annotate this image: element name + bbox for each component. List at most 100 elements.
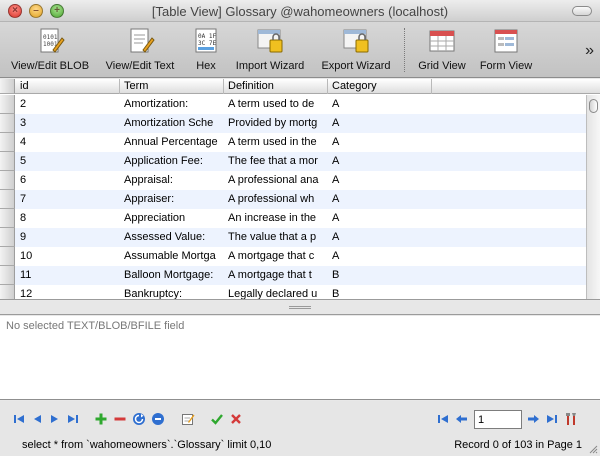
row-selector[interactable] <box>0 133 15 152</box>
table-row[interactable]: 2 Amortization: A term used to de A <box>0 95 586 114</box>
cell-term[interactable]: Amortization Sche <box>120 114 224 133</box>
cell-term[interactable]: Application Fee: <box>120 152 224 171</box>
cell-category[interactable]: A <box>328 114 432 133</box>
apply-changes-icon[interactable] <box>210 412 224 426</box>
cell-id[interactable]: 12 <box>16 285 120 299</box>
cell-id[interactable]: 11 <box>16 266 120 285</box>
cell-category[interactable]: A <box>328 133 432 152</box>
row-selector[interactable] <box>0 190 15 209</box>
cell-term[interactable]: Bankruptcy: <box>120 285 224 299</box>
cell-category[interactable]: A <box>328 152 432 171</box>
toolbar-toggle-button[interactable] <box>572 6 592 16</box>
cell-term[interactable]: Balloon Mortgage: <box>120 266 224 285</box>
cell-definition[interactable]: Legally declared u <box>224 285 328 299</box>
cell-definition[interactable]: A term used in the <box>224 133 328 152</box>
cell-category[interactable]: B <box>328 266 432 285</box>
cell-id[interactable]: 7 <box>16 190 120 209</box>
cell-category[interactable]: A <box>328 209 432 228</box>
cell-id[interactable]: 10 <box>16 247 120 266</box>
cell-term[interactable]: Assumable Mortga <box>120 247 224 266</box>
row-selector[interactable] <box>0 266 15 285</box>
resize-grip-icon[interactable] <box>588 444 598 454</box>
cell-definition[interactable]: The value that a p <box>224 228 328 247</box>
cell-definition[interactable]: A mortgage that c <box>224 247 328 266</box>
splitter[interactable] <box>0 301 600 315</box>
cell-category[interactable]: A <box>328 171 432 190</box>
cell-category[interactable]: A <box>328 190 432 209</box>
import-wizard-button[interactable]: Import Wizard <box>230 26 310 74</box>
cancel-changes-icon[interactable] <box>229 412 243 426</box>
cell-id[interactable]: 6 <box>16 171 120 190</box>
blob-viewer[interactable]: No selected TEXT/BLOB/BFILE field <box>0 316 600 400</box>
data-grid[interactable]: id Term Definition Category 2 Amortizatio… <box>0 79 600 300</box>
previous-record-icon[interactable] <box>30 412 44 426</box>
cell-category[interactable]: A <box>328 247 432 266</box>
column-header-id[interactable]: id <box>16 79 120 94</box>
table-row[interactable]: 10 Assumable Mortga A mortgage that cA <box>0 247 586 266</box>
cell-term[interactable]: Annual Percentage <box>120 133 224 152</box>
last-record-icon[interactable] <box>66 412 80 426</box>
hex-button[interactable]: 0A 1F 3C 7E Hex <box>188 26 224 74</box>
table-row[interactable]: 6 Appraisal: A professional ana A <box>0 171 586 190</box>
previous-page-icon[interactable] <box>455 412 469 426</box>
cell-id[interactable]: 9 <box>16 228 120 247</box>
edit-icon[interactable] <box>181 412 195 426</box>
last-page-icon[interactable] <box>545 412 559 426</box>
first-record-icon[interactable] <box>12 412 26 426</box>
column-header-category[interactable]: Category <box>328 79 432 94</box>
scrollbar-thumb[interactable] <box>589 99 598 113</box>
cell-category[interactable]: A <box>328 228 432 247</box>
page-number-input[interactable] <box>474 410 522 429</box>
cell-id[interactable]: 5 <box>16 152 120 171</box>
table-row[interactable]: 8 Appreciation An increase in the A <box>0 209 586 228</box>
row-selector[interactable] <box>0 95 15 114</box>
vertical-scrollbar[interactable] <box>586 95 600 299</box>
row-selector[interactable] <box>0 114 15 133</box>
cell-term[interactable]: Appreciation <box>120 209 224 228</box>
cell-category[interactable]: B <box>328 285 432 299</box>
table-row[interactable]: 5 Application Fee: The fee that a mor A <box>0 152 586 171</box>
cell-term[interactable]: Assessed Value: <box>120 228 224 247</box>
cell-id[interactable]: 4 <box>16 133 120 152</box>
cell-definition[interactable]: An increase in the <box>224 209 328 228</box>
grid-view-button[interactable]: Grid View <box>412 26 472 74</box>
row-selector[interactable] <box>0 209 15 228</box>
cell-definition[interactable]: A professional ana <box>224 171 328 190</box>
table-row[interactable]: 11 Balloon Mortgage: A mortgage that tB <box>0 266 586 285</box>
delete-record-icon[interactable] <box>113 412 127 426</box>
settings-tools-icon[interactable] <box>564 412 578 426</box>
view-edit-blob-button[interactable]: 0101 1001 View/Edit BLOB <box>6 26 94 74</box>
table-row[interactable]: 7 Appraiser: A professional wh A <box>0 190 586 209</box>
cell-definition[interactable]: A term used to de <box>224 95 328 114</box>
export-wizard-button[interactable]: Export Wizard <box>314 26 398 74</box>
cell-term[interactable]: Appraiser: <box>120 190 224 209</box>
table-row[interactable]: 4 Annual Percentage A term used in the A <box>0 133 586 152</box>
row-selector[interactable] <box>0 152 15 171</box>
table-row[interactable]: 12 Bankruptcy: Legally declared uB <box>0 285 586 299</box>
next-record-icon[interactable] <box>48 412 62 426</box>
row-selector[interactable] <box>0 228 15 247</box>
cell-category[interactable]: A <box>328 95 432 114</box>
row-selector[interactable] <box>0 171 15 190</box>
add-record-icon[interactable] <box>94 412 108 426</box>
column-header-definition[interactable]: Definition <box>224 79 328 94</box>
cell-definition[interactable]: The fee that a mor <box>224 152 328 171</box>
cell-definition[interactable]: A mortgage that t <box>224 266 328 285</box>
cell-definition[interactable]: A professional wh <box>224 190 328 209</box>
row-selector[interactable] <box>0 285 15 299</box>
stop-icon[interactable] <box>151 412 165 426</box>
table-row[interactable]: 9 Assessed Value: The value that a pA <box>0 228 586 247</box>
cell-id[interactable]: 2 <box>16 95 120 114</box>
row-selector[interactable] <box>0 247 15 266</box>
toolbar-overflow-button[interactable]: » <box>585 42 594 60</box>
table-row[interactable]: 3 Amortization Sche Provided by mortg A <box>0 114 586 133</box>
select-all-corner[interactable] <box>0 79 15 94</box>
cell-term[interactable]: Appraisal: <box>120 171 224 190</box>
view-edit-text-button[interactable]: View/Edit Text <box>98 26 182 74</box>
cell-id[interactable]: 3 <box>16 114 120 133</box>
refresh-icon[interactable] <box>132 412 146 426</box>
column-header-term[interactable]: Term <box>120 79 224 94</box>
cell-definition[interactable]: Provided by mortg <box>224 114 328 133</box>
cell-term[interactable]: Amortization: <box>120 95 224 114</box>
cell-id[interactable]: 8 <box>16 209 120 228</box>
